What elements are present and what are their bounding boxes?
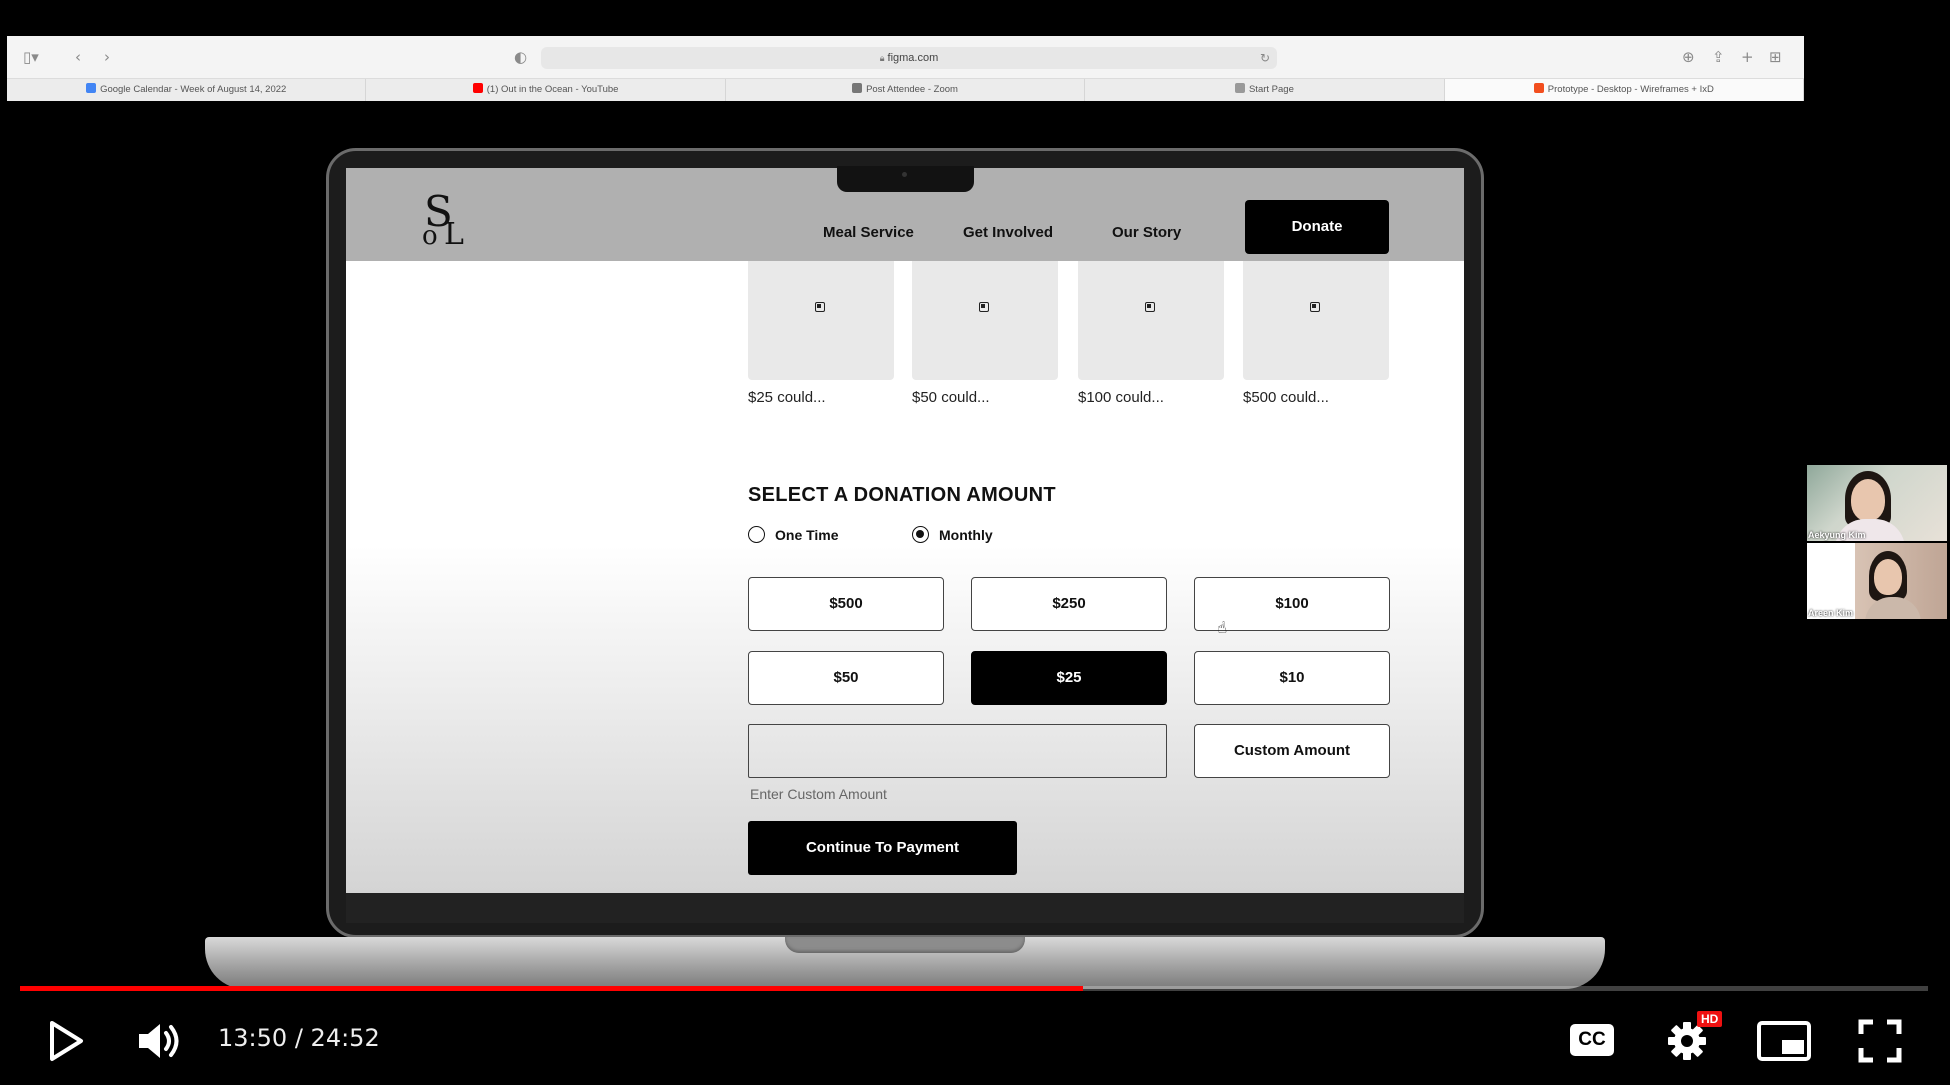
- browser-toolbar: ▯▾ ‹ › ◐ 🔒︎ figma.com ↻ ⊕ ⇪ + ⊞: [7, 36, 1804, 78]
- amount-25-button[interactable]: $25: [971, 651, 1167, 705]
- tab-favicon: [86, 83, 97, 93]
- duration: 24:52: [310, 1024, 380, 1052]
- participant-face: [1851, 479, 1885, 521]
- amount-50-button[interactable]: $50: [748, 651, 944, 705]
- time-display: 13:50 / 24:52: [218, 1024, 380, 1052]
- prototype-screen: S o L Meal Service Get Involved Our Stor…: [346, 168, 1464, 893]
- nav-get-involved[interactable]: Get Involved: [963, 224, 1053, 241]
- image-placeholder-icon: [1310, 302, 1320, 312]
- browser-window: ▯▾ ‹ › ◐ 🔒︎ figma.com ↻ ⊕ ⇪ + ⊞ Google Ca…: [7, 36, 1805, 101]
- volume-icon[interactable]: [136, 1021, 184, 1061]
- browser-tab[interactable]: Post Attendee - Zoom: [725, 79, 1086, 101]
- amount-10-button[interactable]: $10: [1194, 651, 1390, 705]
- tab-bar: Google Calendar - Week of August 14, 202…: [7, 78, 1805, 101]
- participant-video[interactable]: Aekyung Kim: [1807, 465, 1947, 541]
- share-icon[interactable]: ⇪: [1712, 47, 1725, 67]
- image-placeholder-icon: [815, 302, 825, 312]
- new-tab-icon[interactable]: +: [1741, 47, 1754, 67]
- tab-favicon: [1533, 83, 1544, 93]
- nav-meal-service[interactable]: Meal Service: [823, 224, 914, 241]
- tab-label: Start Page: [1248, 84, 1294, 95]
- sol-logo-icon[interactable]: S o L: [420, 186, 478, 246]
- browser-tab[interactable]: Google Calendar - Week of August 14, 202…: [7, 79, 367, 101]
- amount-250-button[interactable]: $250: [971, 577, 1167, 631]
- radio-one-time[interactable]: [748, 526, 765, 543]
- laptop-groove: [785, 937, 1025, 953]
- hd-badge: HD: [1697, 1011, 1723, 1027]
- custom-amount-input[interactable]: [748, 724, 1167, 778]
- participant-face: [1874, 559, 1902, 595]
- custom-amount-button[interactable]: Custom Amount: [1194, 724, 1390, 778]
- tab-label: (1) Out in the Ocean - YouTube: [486, 84, 619, 95]
- tier-card-image: [748, 261, 894, 380]
- tier-card-image: [1078, 261, 1224, 380]
- privacy-shield-icon[interactable]: ◐: [514, 47, 527, 67]
- sidebar-toggle-icon[interactable]: ▯▾: [23, 47, 39, 67]
- image-placeholder-icon: [979, 302, 989, 312]
- current-time: 13:50: [218, 1024, 288, 1052]
- tier-card-image: [1243, 261, 1389, 380]
- custom-amount-label: Enter Custom Amount: [750, 786, 887, 802]
- tab-overview-icon[interactable]: ⊞: [1769, 47, 1782, 67]
- tier-caption: $500 could...: [1243, 389, 1329, 406]
- radio-label: Monthly: [939, 526, 993, 543]
- frequency-one-time[interactable]: One Time: [748, 526, 839, 543]
- tab-favicon: [1234, 83, 1245, 93]
- donation-content: $25 could... $50 could... $100 could... …: [346, 261, 1464, 893]
- svg-text:L: L: [444, 217, 464, 246]
- image-placeholder-icon: [1145, 302, 1155, 312]
- camera-icon: [902, 172, 907, 177]
- participant-shoulders: [1865, 597, 1921, 619]
- progress-bar[interactable]: [20, 986, 1928, 991]
- laptop-base: [205, 937, 1605, 989]
- nav-our-story[interactable]: Our Story: [1112, 224, 1181, 241]
- frequency-monthly[interactable]: Monthly: [912, 526, 993, 543]
- browser-tab[interactable]: (1) Out in the Ocean - YouTube: [366, 79, 726, 101]
- browser-tab-active[interactable]: Prototype - Desktop - Wireframes + IxD: [1444, 79, 1805, 101]
- tier-caption: $50 could...: [912, 389, 990, 406]
- forward-icon[interactable]: ›: [104, 47, 110, 67]
- tab-label: Post Attendee - Zoom: [866, 84, 958, 95]
- participant-name: Areen Kim: [1808, 608, 1854, 618]
- tier-caption: $100 could...: [1078, 389, 1164, 406]
- laptop-bezel: [346, 893, 1464, 923]
- laptop-notch: [837, 166, 974, 192]
- tier-card-image: [912, 261, 1058, 380]
- reload-icon[interactable]: ↻: [1260, 47, 1270, 69]
- tier-caption: $25 could...: [748, 389, 826, 406]
- radio-monthly[interactable]: [912, 526, 929, 543]
- amount-500-button[interactable]: $500: [748, 577, 944, 631]
- captions-button[interactable]: CC: [1570, 1024, 1614, 1056]
- donate-button[interactable]: Donate: [1245, 200, 1389, 254]
- participant-video[interactable]: Areen Kim: [1807, 543, 1947, 619]
- time-separator: /: [294, 1024, 303, 1052]
- video-frame: ▯▾ ‹ › ◐ 🔒︎ figma.com ↻ ⊕ ⇪ + ⊞ Google Ca…: [0, 0, 1950, 1085]
- donation-title: SELECT A DONATION AMOUNT: [748, 484, 1056, 506]
- tab-favicon: [472, 83, 483, 93]
- miniplayer-icon[interactable]: [1756, 1020, 1812, 1062]
- tab-label: Google Calendar - Week of August 14, 202…: [100, 84, 287, 95]
- browser-tab[interactable]: Start Page: [1085, 79, 1445, 101]
- tab-favicon: [852, 83, 863, 93]
- fullscreen-icon[interactable]: [1858, 1019, 1902, 1063]
- settings-gear-icon[interactable]: [1667, 1021, 1707, 1061]
- tab-label: Prototype - Desktop - Wireframes + IxD: [1547, 84, 1714, 95]
- play-icon[interactable]: [48, 1020, 84, 1062]
- address-bar[interactable]: 🔒︎ figma.com ↻: [541, 47, 1277, 69]
- back-icon[interactable]: ‹: [75, 47, 81, 67]
- lock-icon: 🔒︎: [879, 53, 885, 63]
- radio-label: One Time: [775, 526, 839, 543]
- participant-name: Aekyung Kim: [1808, 530, 1866, 540]
- svg-text:o: o: [422, 221, 438, 246]
- continue-to-payment-button[interactable]: Continue To Payment: [748, 821, 1017, 875]
- address-text: figma.com: [887, 52, 939, 64]
- download-icon[interactable]: ⊕: [1682, 47, 1695, 67]
- progress-played: [20, 986, 1083, 991]
